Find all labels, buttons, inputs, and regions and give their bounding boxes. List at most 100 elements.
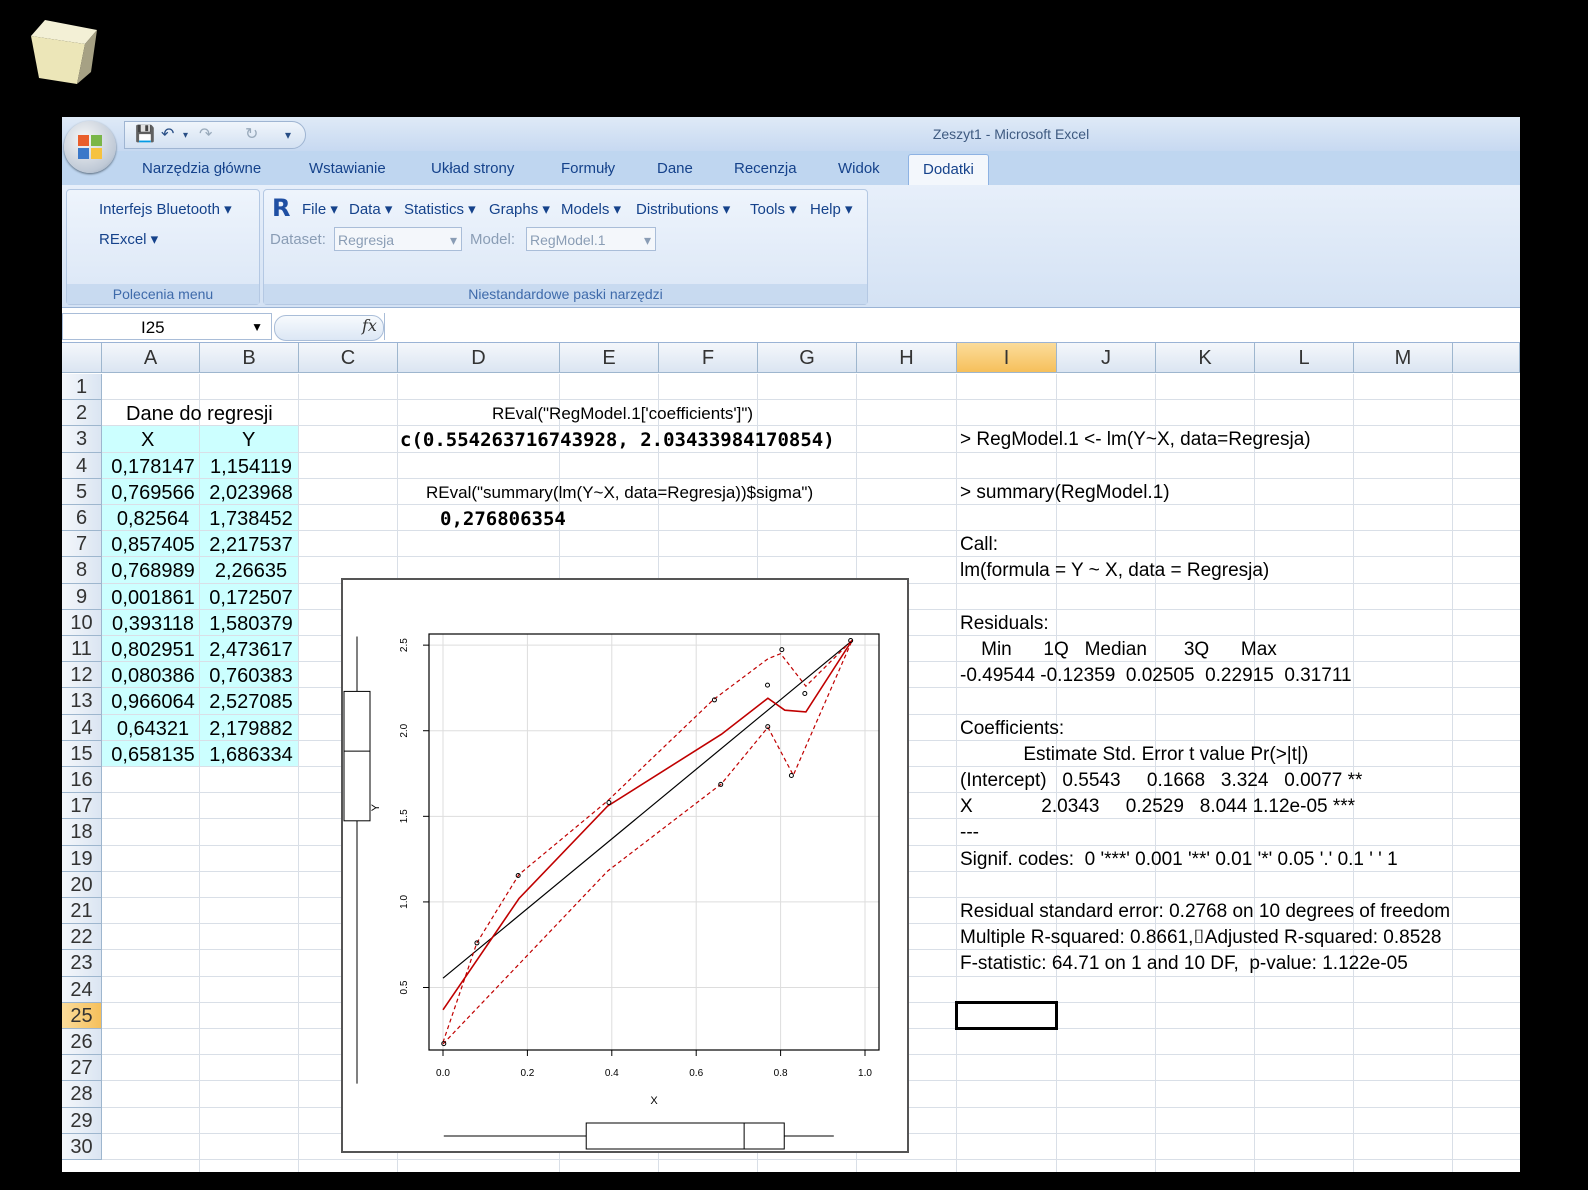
- row-header-23[interactable]: 23: [62, 950, 102, 977]
- menu-tools[interactable]: Tools ▾: [750, 200, 797, 218]
- row-header-24[interactable]: 24: [62, 976, 102, 1003]
- tab-insert[interactable]: Wstawianie: [309, 160, 386, 177]
- r-output-cell[interactable]: Call:: [960, 532, 998, 558]
- row-header-18[interactable]: 18: [62, 819, 102, 846]
- column-header-a[interactable]: A: [102, 343, 200, 373]
- row-header-16[interactable]: 16: [62, 767, 102, 794]
- selected-cell-i25[interactable]: [955, 1000, 1058, 1030]
- r-output-cell[interactable]: X 2.0343 0.2529 8.044 1.12e-05 ***: [960, 794, 1355, 820]
- tab-page-layout[interactable]: Układ strony: [431, 160, 514, 177]
- column-header-l[interactable]: L: [1255, 343, 1354, 373]
- row-header-12[interactable]: 12: [62, 662, 102, 689]
- row-header-25[interactable]: 25: [62, 1002, 102, 1029]
- row-header-27[interactable]: 27: [62, 1055, 102, 1082]
- tab-addins[interactable]: Dodatki: [908, 154, 989, 185]
- r-output-cell[interactable]: F-statistic: 64.71 on 1 and 10 DF, p-val…: [960, 951, 1408, 977]
- y-value-cell[interactable]: 2,26635: [204, 558, 298, 584]
- y-value-cell[interactable]: 2,527085: [204, 689, 298, 715]
- row-header-13[interactable]: 13: [62, 688, 102, 715]
- column-header-h[interactable]: H: [857, 343, 957, 373]
- r-output-cell[interactable]: lm(formula = Y ~ X, data = Regresja): [960, 558, 1269, 584]
- row-header-20[interactable]: 20: [62, 871, 102, 898]
- y-value-cell[interactable]: 0,172507: [204, 585, 298, 611]
- row-header-2[interactable]: 2: [62, 400, 102, 427]
- row-header-10[interactable]: 10: [62, 609, 102, 636]
- menu-models[interactable]: Models ▾: [561, 200, 621, 218]
- reval-sigma-formula-cell[interactable]: REval("summary(lm(Y~X, data=Regresja))$s…: [426, 480, 813, 506]
- dataset-combo[interactable]: Regresja ▾: [334, 227, 462, 251]
- menu-help[interactable]: Help ▾: [810, 200, 853, 218]
- y-value-cell[interactable]: 2,023968: [204, 480, 298, 506]
- r-output-cell[interactable]: Residuals:: [960, 611, 1049, 637]
- r-output-cell[interactable]: (Intercept) 0.5543 0.1668 3.324 0.0077 *…: [960, 768, 1362, 794]
- y-value-cell[interactable]: 2,217537: [204, 532, 298, 558]
- r-output-cell[interactable]: > summary(RegModel.1): [960, 480, 1170, 506]
- row-header-3[interactable]: 3: [62, 426, 102, 453]
- x-value-cell[interactable]: 0,802951: [106, 637, 200, 663]
- x-value-cell[interactable]: 0,769566: [106, 480, 200, 506]
- y-value-cell[interactable]: 1,580379: [204, 611, 298, 637]
- coefficients-result-cell[interactable]: c(0.554263716743928, 2.03433984170854): [400, 427, 835, 453]
- select-all-corner[interactable]: [62, 343, 102, 373]
- row-header-29[interactable]: 29: [62, 1107, 102, 1134]
- row-header-7[interactable]: 7: [62, 531, 102, 558]
- column-header-d[interactable]: D: [398, 343, 560, 373]
- row-header-28[interactable]: 28: [62, 1081, 102, 1108]
- name-box[interactable]: I25 ▼: [62, 313, 272, 340]
- r-output-cell[interactable]: -0.49544 -0.12359 0.02505 0.22915 0.3171…: [960, 663, 1352, 689]
- reval-coefficients-formula-cell[interactable]: REval("RegModel.1['coefficients']"): [492, 401, 753, 427]
- column-header-i[interactable]: I: [957, 343, 1057, 373]
- y-value-cell[interactable]: 2,473617: [204, 637, 298, 663]
- r-output-cell[interactable]: Residual standard error: 0.2768 on 10 de…: [960, 899, 1450, 925]
- tab-formulas[interactable]: Formuły: [561, 160, 615, 177]
- row-header-21[interactable]: 21: [62, 898, 102, 925]
- row-header-5[interactable]: 5: [62, 478, 102, 505]
- menu-file[interactable]: File ▾: [302, 200, 338, 218]
- tab-review[interactable]: Recenzja: [734, 160, 797, 177]
- x-value-cell[interactable]: 0,64321: [106, 716, 200, 742]
- row-header-1[interactable]: 1: [62, 374, 102, 401]
- r-output-cell[interactable]: Coefficients:: [960, 716, 1064, 742]
- row-header-22[interactable]: 22: [62, 924, 102, 951]
- header-y-cell[interactable]: Y: [242, 427, 255, 453]
- row-header-19[interactable]: 19: [62, 845, 102, 872]
- fx-icon[interactable]: fx: [362, 316, 377, 335]
- row-header-15[interactable]: 15: [62, 740, 102, 767]
- column-header-b[interactable]: B: [200, 343, 299, 373]
- column-header-f[interactable]: F: [659, 343, 758, 373]
- y-value-cell[interactable]: 2,179882: [204, 716, 298, 742]
- formula-input[interactable]: [384, 313, 1520, 340]
- tab-home[interactable]: Narzędzia główne: [142, 160, 261, 177]
- tab-data[interactable]: Dane: [657, 160, 693, 177]
- office-button[interactable]: [64, 121, 116, 173]
- column-header-k[interactable]: K: [1156, 343, 1255, 373]
- tab-view[interactable]: Widok: [838, 160, 880, 177]
- table-title-cell[interactable]: Dane do regresji: [126, 401, 273, 427]
- menu-distributions[interactable]: Distributions ▾: [636, 200, 730, 218]
- x-value-cell[interactable]: 0,080386: [106, 663, 200, 689]
- model-combo[interactable]: RegModel.1 ▾: [526, 227, 656, 251]
- x-value-cell[interactable]: 0,178147: [106, 454, 200, 480]
- r-output-cell[interactable]: Signif. codes: 0 '***' 0.001 '**' 0.01 '…: [960, 847, 1398, 873]
- column-header-m[interactable]: M: [1354, 343, 1453, 373]
- menu-graphs[interactable]: Graphs ▾: [489, 200, 550, 218]
- r-output-cell[interactable]: > RegModel.1 <- lm(Y~X, data=Regresja): [960, 427, 1311, 453]
- row-header-11[interactable]: 11: [62, 636, 102, 663]
- row-header-4[interactable]: 4: [62, 452, 102, 479]
- r-output-cell[interactable]: Min 1Q Median 3Q Max: [960, 637, 1277, 663]
- menu-statistics[interactable]: Statistics ▾: [404, 200, 476, 218]
- x-value-cell[interactable]: 0,001861: [106, 585, 200, 611]
- x-value-cell[interactable]: 0,857405: [106, 532, 200, 558]
- row-header-14[interactable]: 14: [62, 714, 102, 741]
- header-x-cell[interactable]: X: [141, 427, 154, 453]
- menu-rexcel[interactable]: RExcel ▾: [99, 230, 158, 248]
- row-header-26[interactable]: 26: [62, 1029, 102, 1056]
- row-header-30[interactable]: 30: [62, 1133, 102, 1160]
- y-value-cell[interactable]: 1,154119: [204, 454, 298, 480]
- y-value-cell[interactable]: 0,760383: [204, 663, 298, 689]
- column-header-n[interactable]: [1453, 343, 1520, 373]
- y-value-cell[interactable]: 1,686334: [204, 742, 298, 768]
- r-output-cell[interactable]: Estimate Std. Error t value Pr(>|t|): [960, 742, 1308, 768]
- x-value-cell[interactable]: 0,658135: [106, 742, 200, 768]
- row-header-17[interactable]: 17: [62, 793, 102, 820]
